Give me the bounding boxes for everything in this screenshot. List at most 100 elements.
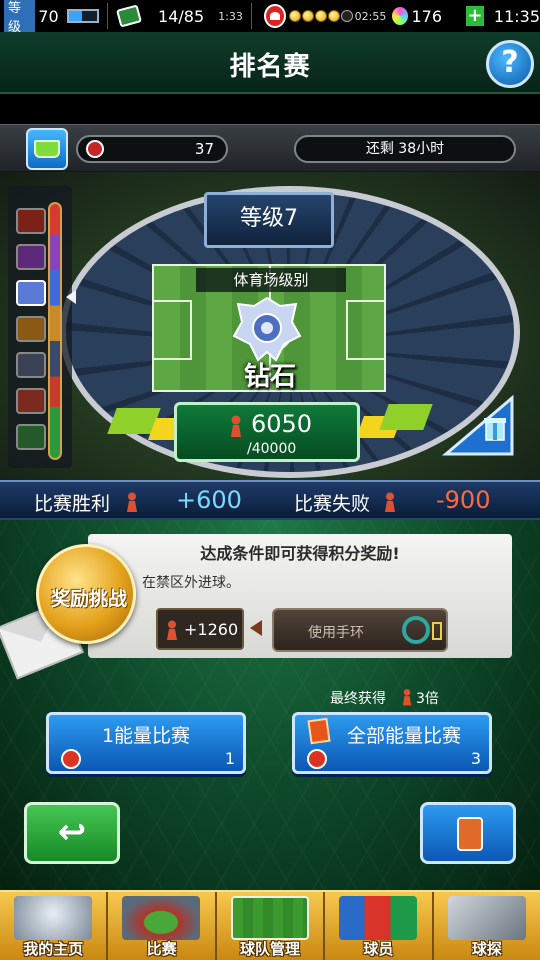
stadium-view: 等级7 体育场级别 钻石 6050 /40000 [0, 172, 540, 480]
nav-label: 球员 [363, 940, 394, 958]
divider [107, 3, 109, 29]
rank-pointer-icon [66, 290, 76, 304]
rank-progress-bar [48, 202, 62, 460]
rank-name: 钻石 [243, 362, 296, 392]
players-icon [339, 896, 418, 940]
stadium-icon [122, 896, 201, 940]
nav-team-management[interactable]: 球队管理 [216, 892, 326, 960]
shield-crest-icon [14, 896, 92, 940]
rank-badge-icon [16, 244, 46, 270]
back-button[interactable]: ↩ [24, 802, 120, 864]
reward-gift-button[interactable] [442, 394, 516, 456]
rank-badge-icon [16, 208, 46, 234]
loss-value: -900 [436, 486, 491, 514]
challenge-condition: 在禁区外进球。 [142, 575, 240, 591]
clock: 11:35 [493, 6, 540, 26]
nav-label: 比赛 [146, 940, 177, 958]
rank-ladder [8, 186, 76, 468]
score-value: 6050 [251, 410, 313, 438]
bottom-nav: 我的主页 比赛 球队管理 球员 球探 [0, 890, 540, 960]
add-gems-button[interactable]: + [466, 6, 484, 26]
card-count: 14/85 [158, 6, 205, 26]
all-energy-match-button[interactable]: 全部能量比赛 3 [292, 712, 492, 774]
energy-icon [61, 749, 81, 769]
rank-badge-icon [16, 424, 46, 450]
all-match-cost: 3 [470, 749, 481, 768]
banner-strip [0, 94, 540, 124]
card-timer: 1:33 [218, 9, 243, 23]
energy-dot-full [301, 10, 314, 22]
card-icon [116, 4, 143, 28]
nav-label: 我的主页 [23, 940, 84, 958]
basket-icon [34, 140, 60, 158]
energy-dot-full [288, 10, 301, 22]
energy-dots [288, 10, 353, 22]
use-bracelet-button[interactable]: 使用手环 [272, 608, 448, 652]
nav-label: 球队管理 [240, 940, 301, 958]
status-bar: 等级 70 14/85 1:33 02:55 176 + 11:35 [0, 0, 540, 37]
nav-scout[interactable]: 球探 [433, 892, 540, 960]
challenge-reward: +1260 [156, 608, 244, 650]
medal-label: 奖励挑战 [50, 588, 127, 610]
pitch-penalty-box-right [346, 300, 386, 360]
pawn-icon [167, 620, 177, 640]
scout-cards-icon [447, 896, 526, 940]
pawn-icon [402, 689, 412, 706]
win-loss-strip: 比赛胜利 +600 比赛失败 -900 [0, 480, 540, 520]
use-bracelet-label: 使用手环 [308, 625, 364, 641]
multiplier-value: 3倍 [416, 691, 439, 707]
multiplier-label: 最终获得 [330, 691, 386, 707]
energy-dot-full [327, 10, 340, 22]
help-button[interactable]: ? [486, 40, 534, 88]
page-title: 排名赛 [229, 52, 311, 82]
energy-icon [307, 749, 327, 769]
all-match-label: 全部能量比赛 [346, 725, 461, 747]
divider [250, 3, 252, 29]
time-remaining: 还剩 38小时 [294, 135, 516, 163]
transfer-item-button[interactable] [420, 802, 516, 864]
energy-dot-full [314, 10, 327, 22]
win-value: +600 [176, 486, 242, 514]
stadium-rank-label: 体育场级别 [196, 268, 346, 292]
ranking-points-pill: 37 [76, 135, 228, 163]
pawn-icon [127, 492, 137, 512]
energy-icon [263, 4, 286, 28]
arrow-left-icon [250, 620, 262, 636]
single-energy-match-button[interactable]: 1能量比赛 1 [46, 712, 246, 774]
single-match-cost: 1 [224, 749, 235, 768]
ranking-ticket-icon [86, 140, 104, 158]
shop-basket-button[interactable] [26, 128, 68, 170]
win-label: 比赛胜利 [34, 493, 111, 515]
reward-challenge-medal: 奖励挑战 [36, 544, 136, 644]
challenge-title: 达成条件即可获得积分奖励! [200, 544, 400, 563]
nav-label: 球探 [471, 940, 502, 958]
bracelet-icon [402, 616, 430, 644]
player-level: 70 [38, 6, 59, 26]
challenge-reward-value: +1260 [184, 620, 239, 639]
score-panel: 6050 /40000 [174, 402, 360, 462]
loss-label: 比赛失败 [294, 493, 371, 515]
nav-home[interactable]: 我的主页 [0, 892, 109, 960]
reward-challenge-card: 达成条件即可获得积分奖励! 在禁区外进球。 +1260 使用手环 [88, 534, 512, 658]
single-match-label: 1能量比赛 [101, 725, 191, 747]
info-row: 37 还剩 38小时 [0, 124, 540, 172]
gem-icon [392, 7, 409, 25]
ranking-points-value: 37 [194, 140, 214, 158]
rank-badge-icon [16, 316, 46, 342]
tactics-board-icon [230, 896, 309, 940]
energy-timer: 02:55 [354, 9, 387, 23]
gem-count: 176 [411, 6, 442, 26]
nav-match[interactable]: 比赛 [108, 892, 217, 960]
level-progress-bar [66, 9, 100, 23]
score-target: /40000 [247, 441, 297, 457]
energy-dot-empty [340, 10, 353, 22]
diamond-crest-icon [232, 296, 302, 362]
level-progress-fill [68, 11, 82, 21]
item-bag-icon [457, 817, 483, 851]
bracelet-count-icon [432, 622, 442, 640]
pawn-icon [231, 415, 241, 437]
stadium-level: 等级7 [204, 192, 334, 248]
pawn-icon [385, 492, 395, 512]
title-bar: 排名赛 ? [0, 32, 540, 94]
nav-players[interactable]: 球员 [325, 892, 434, 960]
